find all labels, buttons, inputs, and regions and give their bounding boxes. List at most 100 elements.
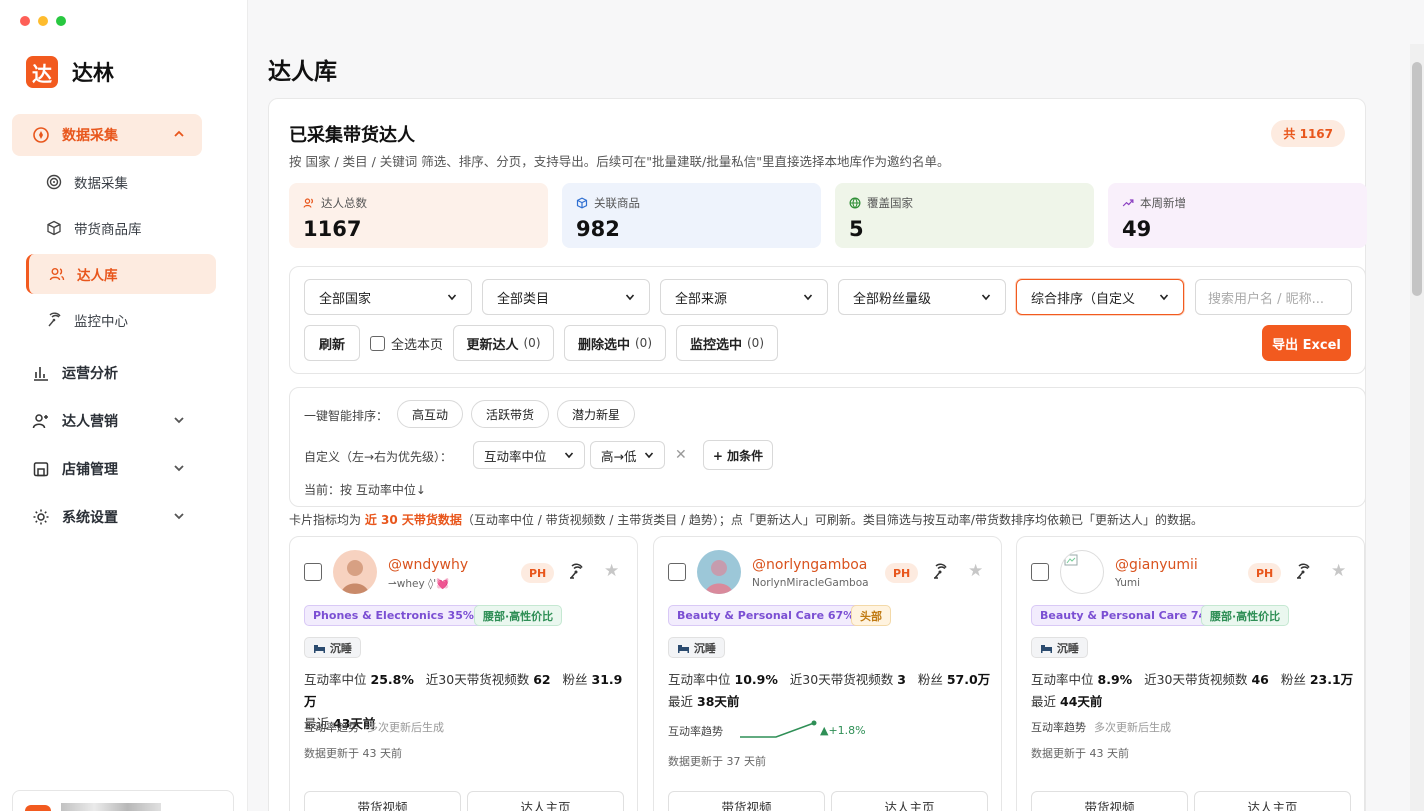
creator-nickname: NorlynMiracleGamboa [752,577,869,589]
avatar [697,550,741,594]
creator-homepage-button[interactable]: 达人主页 [467,791,624,811]
main-content: 达人库 已采集带货达人 按 国家 / 类目 / 关键词 筛选、排序、分页，支持导… [248,0,1424,811]
chevron-down-icon [625,294,635,301]
metric-label: 近30天带货视频数 [1144,672,1248,687]
refresh-button[interactable]: 刷新 [304,325,360,361]
activity-tag: 沉睡 [304,637,361,658]
nav-group-system-settings[interactable]: 系统设置 [12,496,202,538]
creator-homepage-button[interactable]: 达人主页 [831,791,988,811]
creator-card[interactable]: @gianyumii Yumi PH ★ Beauty & Personal C… [1016,536,1365,811]
country-select[interactable]: 全部国家 [304,279,472,315]
note-highlight: 近 30 天带货数据 [364,513,462,527]
trend-row: 互动率趋势 [668,723,723,739]
creator-handle[interactable]: @norlyngamboa [752,557,867,573]
monitor-selected-button[interactable]: 监控选中 (0) [676,325,778,361]
delete-selected-button[interactable]: 删除选中 (0) [564,325,666,361]
antenna-icon [46,312,62,328]
category-select[interactable]: 全部类目 [482,279,650,315]
stat-card-linked-products: 关联商品 982 [562,183,821,248]
sort-field-select[interactable]: 互动率中位 [473,441,585,469]
cube-icon [576,197,588,209]
card-checkbox[interactable] [668,563,686,581]
card-checkbox[interactable] [1031,563,1049,581]
gear-icon [32,508,50,526]
nav-group-ops-analysis[interactable]: 运营分析 [12,352,202,394]
nav-group-creator-marketing[interactable]: 达人营销 [12,400,202,442]
monitor-antenna-icon[interactable] [567,563,585,581]
sort-select[interactable]: 综合排序（自定义 [1016,279,1184,315]
sort-order-select[interactable]: 高→低 [590,441,665,469]
trend-placeholder: 多次更新后生成 [367,721,444,734]
current-sort-text: 当前：按 互动率中位↓ [304,483,426,497]
favorite-star-icon[interactable]: ★ [1331,561,1346,581]
window-controls [20,16,66,26]
stat-value: 49 [1122,217,1152,241]
select-value: 全部来源 [675,291,728,307]
nav-group-data-collect[interactable]: 数据采集 [12,114,202,156]
recent-value: 44天前 [1060,694,1103,709]
search-input[interactable]: 搜索用户名 / 昵称... [1195,279,1352,315]
select-page-checkbox[interactable]: 全选本页 [370,334,443,353]
tier-tag: 腰部·高性价比 [474,605,563,626]
trend-delta: ▲+1.8% [820,724,866,737]
sidebar-item-product-library[interactable]: 带货商品库 [26,208,216,248]
nav-group-label: 店铺管理 [62,462,118,478]
creator-handle[interactable]: @wndywhy [388,557,468,573]
quick-sort-rising-stars[interactable]: 潜力新星 [557,400,636,428]
app-logo[interactable]: 达 达林 [26,56,114,88]
creator-handle[interactable]: @gianyumii [1115,557,1198,573]
checkbox-box[interactable] [370,336,385,351]
country-badge: PH [885,563,919,583]
section-description: 按 国家 / 类目 / 关键词 筛选、排序、分页，支持导出。后续可在"批量建联/… [289,154,950,169]
avatar [25,805,51,811]
update-creators-button[interactable]: 更新达人 (0) [453,325,554,361]
source-select[interactable]: 全部来源 [660,279,828,315]
sidebar-item-data-collect[interactable]: 数据采集 [26,162,216,202]
favorite-star-icon[interactable]: ★ [604,561,619,581]
metric-label: 互动率中位 [304,672,367,687]
creator-card[interactable]: @wndywhy ⇀whey ◊'💓 PH ★ Phones & Electro… [289,536,638,811]
trend-row: 互动率趋势 多次更新后生成 [304,719,444,735]
nav-group-store-management[interactable]: 店铺管理 [12,448,202,490]
remove-condition-icon[interactable]: ✕ [675,447,687,463]
quick-sort-active-selling[interactable]: 活跃带货 [471,400,550,428]
selling-videos-button[interactable]: 带货视频 [668,791,825,811]
quick-sort-high-engagement[interactable]: 高互动 [397,400,464,428]
custom-sort-label: 自定义（左→右为优先级）： [304,450,453,464]
scrollbar-thumb[interactable] [1412,62,1422,296]
creator-homepage-button[interactable]: 达人主页 [1194,791,1351,811]
engagement-value: 10.9% [734,672,778,687]
fans-level-select[interactable]: 全部粉丝量级 [838,279,1006,315]
scrollbar[interactable] [1410,44,1424,811]
app-name: 达林 [72,61,114,85]
user-profile[interactable] [12,790,234,811]
selling-videos-button[interactable]: 带货视频 [304,791,461,811]
monitor-antenna-icon[interactable] [931,563,949,581]
stat-card-countries: 覆盖国家 5 [835,183,1094,248]
minimize-window-dot[interactable] [38,16,48,26]
creator-card[interactable]: @norlyngamboa NorlynMiracleGamboa PH ★ B… [653,536,1002,811]
engagement-trend-sparkline [740,720,817,738]
export-excel-button[interactable]: 导出 Excel [1262,325,1351,361]
close-window-dot[interactable] [20,16,30,26]
sleeping-bed-icon [1041,644,1052,653]
sidebar-item-label: 数据采集 [74,176,128,192]
updated-text: 数据更新于 43 天前 [1031,747,1129,760]
sidebar-item-monitor-center[interactable]: 监控中心 [26,300,216,340]
card-checkbox[interactable] [304,563,322,581]
metric-label: 近30天带货视频数 [789,672,894,687]
sidebar-item-creator-library[interactable]: 达人库 [26,254,216,294]
selling-videos-button[interactable]: 带货视频 [1031,791,1188,811]
data-collect-icon [32,126,50,144]
chevron-down-icon [803,294,813,301]
chevron-up-icon [174,130,184,137]
select-value: 高→低 [601,448,637,464]
monitor-antenna-icon[interactable] [1294,563,1312,581]
activity-text: 沉睡 [693,641,716,655]
maximize-window-dot[interactable] [56,16,66,26]
add-condition-button[interactable]: + 加条件 [703,440,773,470]
button-count: (0) [747,336,764,350]
select-value: 全部国家 [319,291,372,307]
favorite-star-icon[interactable]: ★ [968,561,983,581]
sleeping-bed-icon [314,644,325,653]
